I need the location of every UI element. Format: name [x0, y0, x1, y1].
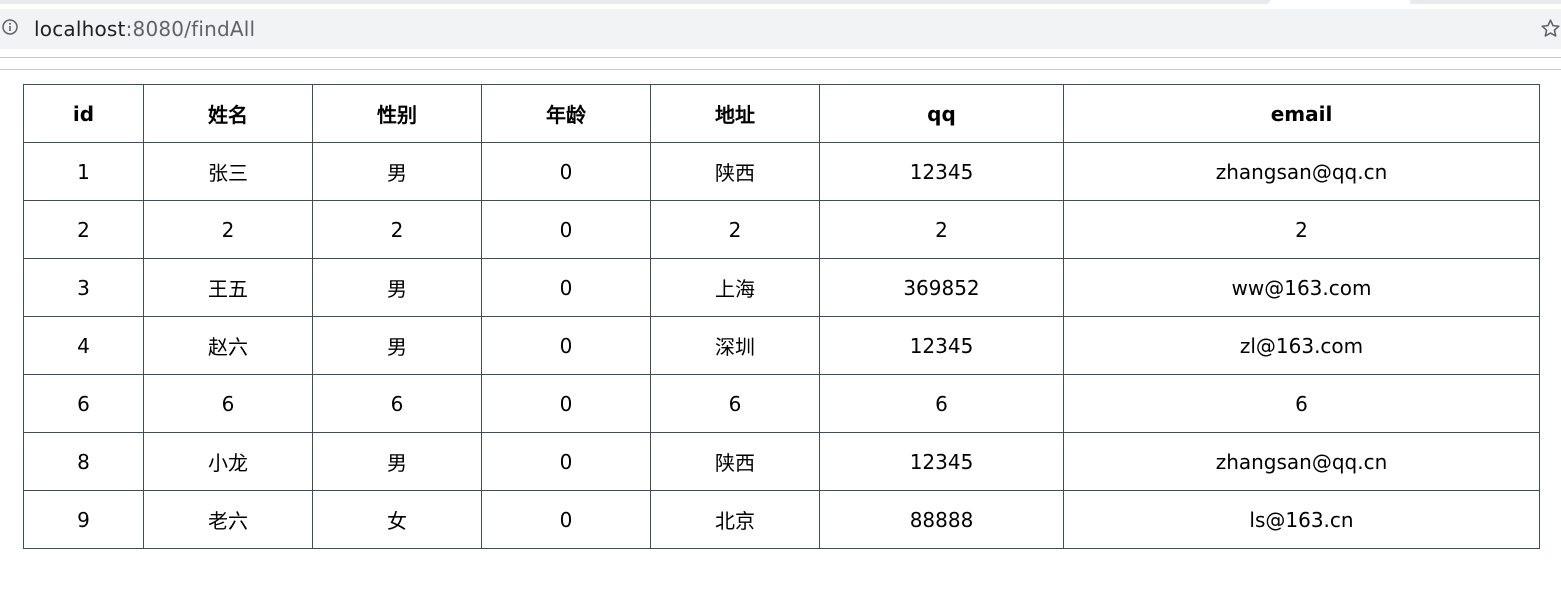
cell-age: 0	[481, 490, 651, 549]
cell-gender: 男	[312, 258, 482, 317]
header-age: 年龄	[481, 84, 651, 143]
table-header-row: id 姓名 性别 年龄 地址 qq email	[23, 84, 1540, 143]
cell-age: 0	[481, 200, 651, 259]
tab-edge	[1410, 0, 1561, 4]
cell-id: 3	[23, 258, 144, 317]
url-text[interactable]: localhost:8080/findAll	[34, 17, 255, 41]
cell-gender: 女	[312, 490, 482, 549]
cell-address: 陕西	[650, 142, 820, 201]
cell-name: 老六	[143, 490, 313, 549]
header-email: email	[1063, 84, 1540, 143]
cell-name: 小龙	[143, 432, 313, 491]
header-name: 姓名	[143, 84, 313, 143]
url-host: localhost	[34, 17, 126, 41]
cell-email: 2	[1063, 200, 1540, 259]
toolbar-divider	[0, 57, 1561, 58]
cell-name: 王五	[143, 258, 313, 317]
user-table: id 姓名 性别 年龄 地址 qq email 1 张三 男 0 陕西 1234…	[23, 84, 1540, 549]
cell-gender: 男	[312, 316, 482, 375]
cell-age: 0	[481, 316, 651, 375]
cell-name: 赵六	[143, 316, 313, 375]
cell-email: ww@163.com	[1063, 258, 1540, 317]
cell-qq: 369852	[819, 258, 1064, 317]
cell-gender: 男	[312, 142, 482, 201]
cell-address: 2	[650, 200, 820, 259]
cell-name: 2	[143, 200, 313, 259]
table-row: 2 2 2 0 2 2 2	[23, 200, 1540, 259]
header-id: id	[23, 84, 144, 143]
cell-age: 0	[481, 258, 651, 317]
cell-id: 8	[23, 432, 144, 491]
cell-name: 张三	[143, 142, 313, 201]
cell-qq: 2	[819, 200, 1064, 259]
cell-name: 6	[143, 374, 313, 433]
cell-address: 6	[650, 374, 820, 433]
cell-qq: 12345	[819, 142, 1064, 201]
cell-age: 0	[481, 142, 651, 201]
cell-qq: 88888	[819, 490, 1064, 549]
cell-qq: 12345	[819, 432, 1064, 491]
url-path: :8080/findAll	[125, 17, 256, 41]
horizontal-rule	[0, 69, 1561, 70]
cell-age: 0	[481, 374, 651, 433]
cell-age: 0	[481, 432, 651, 491]
cell-email: zhangsan@qq.cn	[1063, 432, 1540, 491]
cell-id: 9	[23, 490, 144, 549]
cell-qq: 6	[819, 374, 1064, 433]
header-gender: 性别	[312, 84, 482, 143]
cell-id: 2	[23, 200, 144, 259]
cell-gender: 2	[312, 200, 482, 259]
header-address: 地址	[650, 84, 820, 143]
cell-gender: 6	[312, 374, 482, 433]
cell-address: 上海	[650, 258, 820, 317]
info-icon[interactable]	[2, 19, 18, 35]
browser-tab-strip	[0, 0, 1561, 8]
table-row: 9 老六 女 0 北京 88888 ls@163.cn	[23, 490, 1540, 549]
cell-email: zl@163.com	[1063, 316, 1540, 375]
table-row: 4 赵六 男 0 深圳 12345 zl@163.com	[23, 316, 1540, 375]
cell-address: 深圳	[650, 316, 820, 375]
cell-qq: 12345	[819, 316, 1064, 375]
table-row: 3 王五 男 0 上海 369852 ww@163.com	[23, 258, 1540, 317]
star-icon[interactable]	[1540, 18, 1561, 39]
cell-address: 陕西	[650, 432, 820, 491]
cell-id: 6	[23, 374, 144, 433]
cell-email: ls@163.cn	[1063, 490, 1540, 549]
table-row: 1 张三 男 0 陕西 12345 zhangsan@qq.cn	[23, 142, 1540, 201]
cell-gender: 男	[312, 432, 482, 491]
table-row: 6 6 6 0 6 6 6	[23, 374, 1540, 433]
table-row: 8 小龙 男 0 陕西 12345 zhangsan@qq.cn	[23, 432, 1540, 491]
cell-id: 1	[23, 142, 144, 201]
header-qq: qq	[819, 84, 1064, 143]
active-tab-edge	[0, 0, 1270, 4]
cell-email: zhangsan@qq.cn	[1063, 142, 1540, 201]
cell-email: 6	[1063, 374, 1540, 433]
cell-address: 北京	[650, 490, 820, 549]
cell-id: 4	[23, 316, 144, 375]
address-bar[interactable]: localhost:8080/findAll	[0, 9, 1561, 49]
